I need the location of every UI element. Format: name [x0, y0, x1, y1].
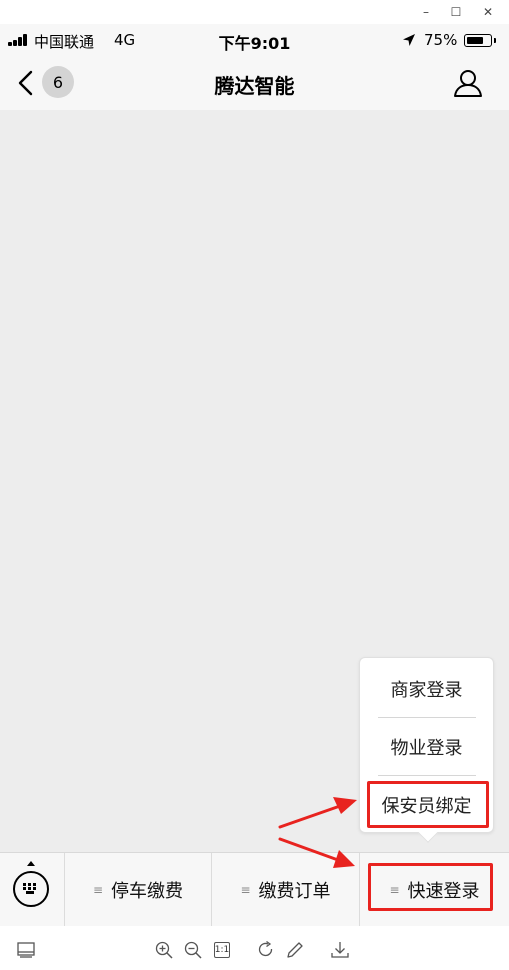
- battery-icon: [464, 34, 492, 47]
- menu-lines-icon: ≡: [240, 883, 251, 897]
- minimize-button[interactable]: –: [412, 0, 440, 24]
- keyboard-icon: [13, 871, 49, 907]
- page-title: 腾达智能: [214, 74, 295, 98]
- submenu-item-property-login[interactable]: 物业登录: [360, 718, 493, 776]
- highlight-box-quick-login: [368, 863, 493, 911]
- menu-lines-icon: ≡: [92, 883, 104, 897]
- edit-icon[interactable]: [285, 940, 305, 960]
- battery-percent: 75%: [424, 31, 458, 49]
- menu-item-parking-payment[interactable]: ≡ 停车缴费: [65, 853, 211, 927]
- menu-item-payment-orders[interactable]: ≡ 缴费订单: [212, 853, 359, 927]
- highlight-box-guard-binding: [367, 781, 489, 828]
- close-button[interactable]: ✕: [474, 0, 502, 24]
- window-title-bar: – ☐ ✕: [0, 0, 509, 24]
- location-arrow-icon: [403, 34, 415, 46]
- menu-item-label: 缴费订单: [258, 881, 331, 902]
- battery-level-fill: [466, 36, 483, 44]
- caret-up-icon: [27, 861, 35, 866]
- zoom-out-icon[interactable]: [183, 940, 203, 960]
- rotate-icon[interactable]: [256, 940, 276, 960]
- maximize-button[interactable]: ☐: [442, 0, 470, 24]
- zoom-in-icon[interactable]: [154, 940, 174, 960]
- status-bar: 中国联通 4G 下午9:01 75%: [0, 24, 509, 56]
- actual-size-label: 1:1: [214, 942, 230, 958]
- keyboard-toggle-button[interactable]: [0, 853, 64, 927]
- navigation-bar: 6 腾达智能: [0, 56, 509, 110]
- battery-tip: [494, 38, 496, 43]
- menu-item-label: 停车缴费: [111, 881, 184, 902]
- panel-icon[interactable]: [16, 940, 36, 960]
- viewer-toolbar: 1:1: [0, 926, 509, 970]
- user-icon[interactable]: [452, 68, 484, 98]
- download-icon[interactable]: [330, 940, 350, 960]
- actual-size-icon[interactable]: 1:1: [212, 940, 232, 960]
- submenu-item-merchant-login[interactable]: 商家登录: [360, 660, 493, 718]
